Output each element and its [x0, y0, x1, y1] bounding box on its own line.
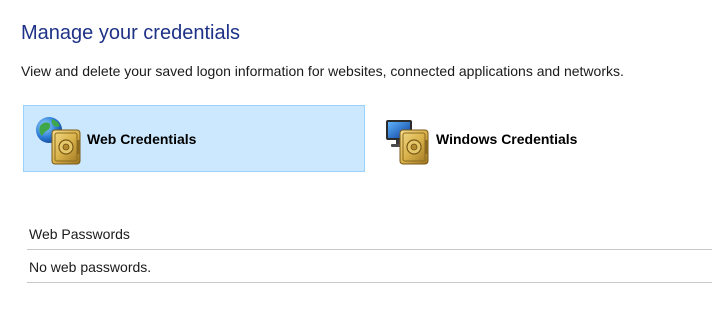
page-title: Manage your credentials: [21, 22, 241, 44]
web-passwords-header[interactable]: Web Passwords: [27, 224, 712, 250]
tab-web-credentials[interactable]: Web Credentials: [23, 105, 365, 172]
web-passwords-empty-row: No web passwords.: [27, 257, 712, 283]
tab-web-credentials-label: Web Credentials: [87, 131, 197, 147]
credential-manager-page: Manage your credentials View and delete …: [0, 0, 712, 317]
tab-windows-credentials-label: Windows Credentials: [436, 131, 578, 147]
tab-windows-credentials[interactable]: Windows Credentials: [372, 105, 672, 172]
page-description: View and delete your saved logon informa…: [21, 63, 624, 79]
web-passwords-header-label: Web Passwords: [29, 226, 130, 242]
web-passwords-empty-text: No web passwords.: [29, 259, 152, 275]
web-credentials-vault-icon: [34, 112, 86, 166]
windows-credentials-vault-icon: [382, 112, 434, 166]
